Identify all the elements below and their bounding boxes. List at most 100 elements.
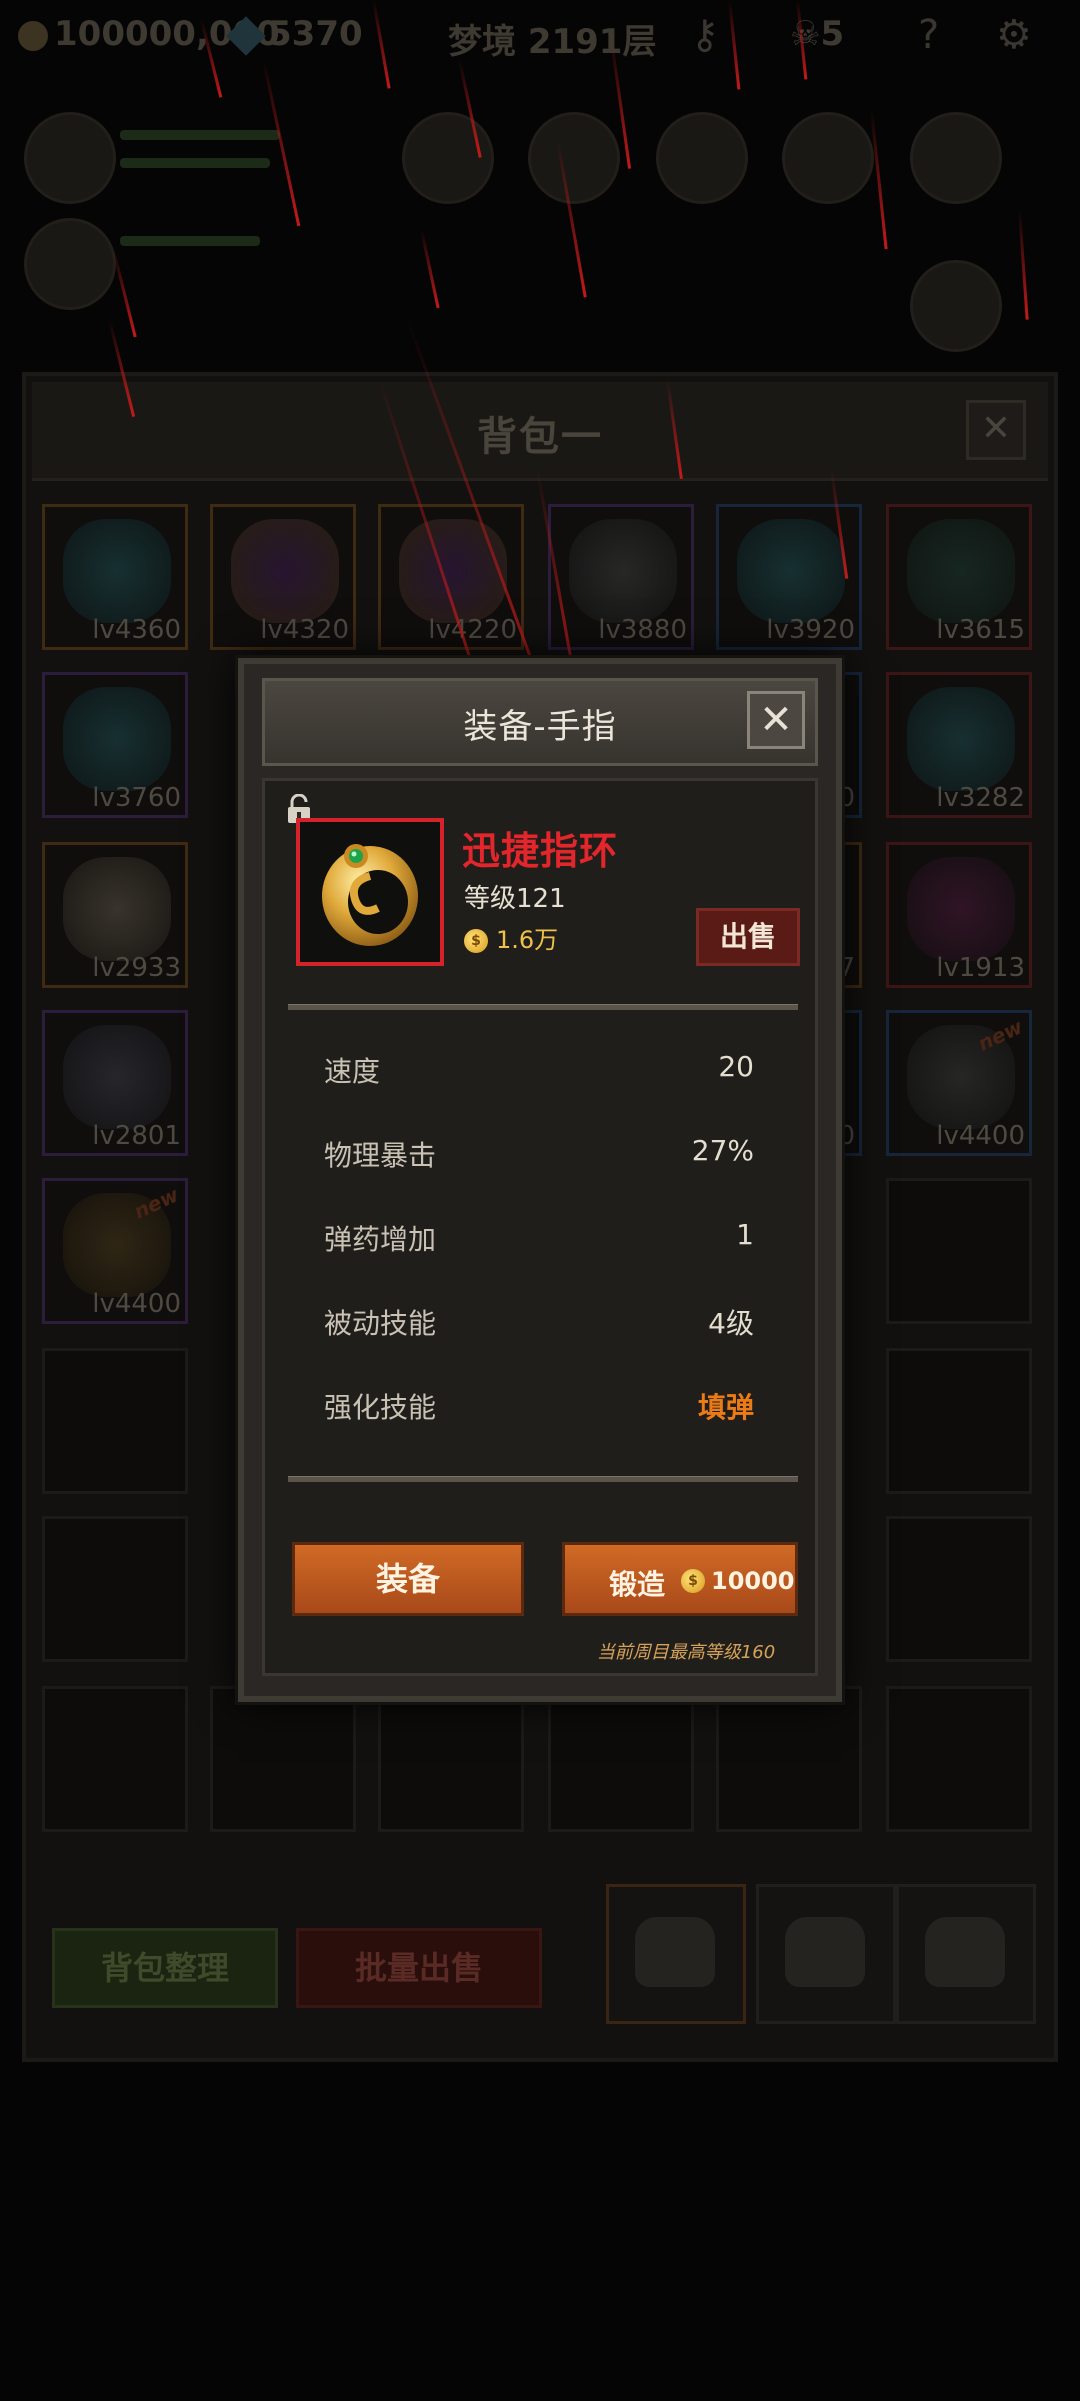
forge-label: 锻造 — [609, 1568, 666, 1601]
slot-level: lv3920 — [766, 615, 855, 645]
sell-button[interactable]: 出售 — [696, 908, 800, 966]
close-icon[interactable]: ✕ — [747, 691, 805, 749]
bag-tab-3[interactable] — [896, 1884, 1036, 2024]
stat-value: 20 — [718, 1050, 754, 1083]
slot-level: lv4360 — [92, 615, 181, 645]
empty-slot[interactable] — [378, 1686, 524, 1832]
batch-sell-button[interactable]: 批量出售 — [296, 1928, 542, 2008]
empty-slot[interactable] — [548, 1686, 694, 1832]
empty-slot[interactable] — [210, 1686, 356, 1832]
slot-level: lv2933 — [92, 953, 181, 983]
skill-slot — [24, 112, 116, 204]
gem-counter: 5370 — [226, 14, 363, 56]
backpack-close-button[interactable]: ✕ — [966, 400, 1026, 460]
blade-icon — [907, 519, 1015, 623]
item-icon-frame — [296, 818, 444, 966]
divider — [288, 1476, 798, 1482]
empty-slot[interactable] — [886, 1686, 1032, 1832]
armor-icon — [569, 519, 677, 623]
stage-label: 梦境 2191层 — [448, 22, 657, 62]
ring-icon — [322, 844, 418, 946]
inventory-slot[interactable]: lv3282 — [886, 672, 1032, 818]
inventory-slot[interactable]: lv3615 — [886, 504, 1032, 650]
skill-slot — [528, 112, 620, 204]
slot-level: lv4400 — [92, 1289, 181, 1319]
stone-orb-icon — [63, 857, 171, 961]
skull-icon: ☠ — [790, 14, 821, 54]
bag-icon — [635, 1917, 715, 1987]
settings-icon[interactable]: ⚙ — [996, 12, 1032, 58]
amulet-icon — [231, 519, 339, 623]
bag-icon — [925, 1917, 1005, 1987]
cape-icon — [907, 857, 1015, 961]
backpack-header: 背包一 ✕ — [32, 382, 1048, 481]
dialog-header: 装备-手指 ✕ — [262, 678, 818, 766]
skill-bar — [120, 236, 260, 246]
bag-tab-1[interactable] — [606, 1884, 746, 2024]
skill-slot — [24, 218, 116, 310]
forge-button[interactable]: 锻造 $ 10000 — [562, 1542, 798, 1616]
inventory-slot[interactable]: lv2933 — [42, 842, 188, 988]
top-status-bar: 100000,000 5370 梦境 2191层 ⚷ ☠5 ? ⚙ — [0, 0, 1080, 80]
max-level-note: 当前周目最高等级160 — [596, 1642, 776, 1663]
stat-value: 4级 — [708, 1307, 754, 1340]
inventory-slot[interactable]: lv4320 — [210, 504, 356, 650]
slot-level: lv2801 — [92, 1121, 181, 1151]
empty-slot[interactable] — [886, 1178, 1032, 1324]
stat-label: 物理暴击 — [324, 1139, 437, 1172]
pistol-icon — [63, 1025, 171, 1129]
inventory-slot[interactable]: new lv4400 — [42, 1178, 188, 1324]
skill-bar — [120, 158, 270, 168]
slot-level: lv3615 — [936, 615, 1025, 645]
skill-bar — [120, 130, 280, 140]
divider — [288, 1004, 798, 1010]
slot-level: lv4320 — [260, 615, 349, 645]
slot-level: lv3282 — [936, 783, 1025, 813]
stat-row-crit: 物理暴击 27% — [324, 1134, 754, 1174]
stat-label: 被动技能 — [324, 1307, 437, 1340]
bag-tab-2[interactable] — [756, 1884, 896, 2024]
stat-row-passive: 被动技能 4级 — [324, 1302, 754, 1342]
empty-slot[interactable] — [42, 1686, 188, 1832]
empty-slot[interactable] — [886, 1516, 1032, 1662]
help-icon[interactable]: ? — [918, 12, 939, 58]
bag-icon — [785, 1917, 865, 1987]
equipment-dialog: 装备-手指 ✕ 迅捷指环 等级121 $1.6万 出售 速度 20 物理暴击 2… — [238, 658, 842, 1702]
empty-slot[interactable] — [716, 1686, 862, 1832]
coin-icon: $ — [681, 1569, 705, 1593]
item-name: 迅捷指环 — [462, 829, 619, 873]
slot-level: lv3760 — [92, 783, 181, 813]
empty-slot[interactable] — [886, 1348, 1032, 1494]
skill-slot — [402, 112, 494, 204]
stat-label: 弹药增加 — [324, 1223, 437, 1256]
net-orb-icon — [737, 519, 845, 623]
inventory-slot[interactable]: lv1913 — [886, 842, 1032, 988]
inventory-slot[interactable]: lv2801 — [42, 1010, 188, 1156]
inventory-slot[interactable]: lv3760 — [42, 672, 188, 818]
stat-value: 27% — [691, 1134, 754, 1167]
coin-icon — [18, 20, 48, 51]
inventory-slot[interactable]: lv3880 — [548, 504, 694, 650]
stat-label: 速度 — [324, 1055, 381, 1088]
gem-amount: 5370 — [268, 14, 363, 54]
coin-icon: $ — [464, 929, 488, 953]
stat-row-ammo: 弹药增加 1 — [324, 1218, 754, 1258]
inventory-slot[interactable]: lv4360 — [42, 504, 188, 650]
hero-portrait — [910, 260, 1002, 352]
item-price: $1.6万 — [464, 920, 558, 955]
slot-level: lv3880 — [598, 615, 687, 645]
stat-value: 1 — [736, 1218, 754, 1251]
item-level: 等级121 — [464, 884, 566, 914]
stat-row-enhance: 强化技能 填弹 — [324, 1386, 754, 1426]
empty-slot[interactable] — [42, 1516, 188, 1662]
skill-slot — [782, 112, 874, 204]
forge-cost: 10000 — [711, 1567, 795, 1595]
inventory-slot[interactable]: new lv4400 — [886, 1010, 1032, 1156]
net-orb-icon — [63, 687, 171, 791]
sort-bag-button[interactable]: 背包整理 — [52, 1928, 278, 2008]
backpack-title: 背包一 — [477, 414, 603, 460]
empty-slot[interactable] — [42, 1348, 188, 1494]
equip-button[interactable]: 装备 — [292, 1542, 524, 1616]
slot-level: lv4400 — [936, 1121, 1025, 1151]
key-icon: ⚷ — [690, 12, 720, 58]
